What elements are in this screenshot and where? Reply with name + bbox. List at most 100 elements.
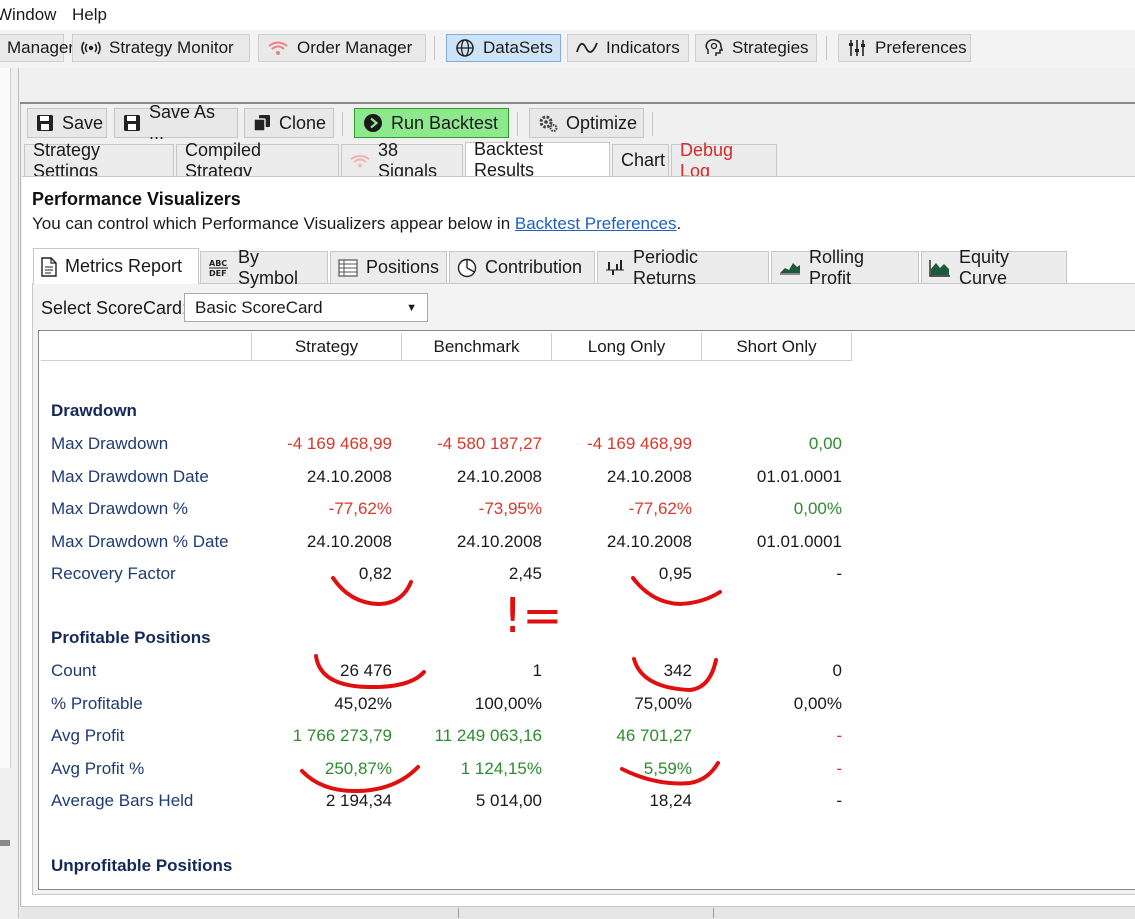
column-header-strategy[interactable]: Strategy (252, 333, 402, 361)
tab-backtest-results[interactable]: Backtest Results (465, 139, 610, 180)
column-header-long-only[interactable]: Long Only (552, 333, 702, 361)
tab-strategy-settings[interactable]: Strategy Settings (24, 140, 174, 181)
bar-chart-icon (605, 258, 625, 278)
metric-value: -73,95% (478, 499, 542, 519)
run-backtest-button[interactable]: Run Backtest (354, 108, 509, 138)
status-bar (20, 906, 1135, 919)
menu-bar: Window Help (0, 0, 1135, 30)
metric-label: % Profitable (51, 693, 143, 713)
toolbar-separator (342, 112, 343, 136)
left-panel-marker (0, 840, 10, 846)
tab-equity-curve[interactable]: Equity Curve (921, 247, 1067, 288)
tab-signals[interactable]: 38 Signals (341, 140, 463, 181)
metric-value: - (836, 758, 842, 778)
metric-value: 24.10.2008 (606, 466, 692, 486)
scorecard-dropdown[interactable]: Basic ScoreCard ▼ (184, 293, 428, 322)
metric-value: 11 249 063,16 (434, 726, 542, 746)
toolbar-separator (517, 112, 518, 136)
manager-button[interactable]: Manager (0, 34, 74, 62)
svg-text:DEF: DEF (209, 269, 227, 278)
tab-label: Metrics Report (65, 256, 183, 276)
tab-label: Chart (621, 150, 666, 170)
column-header-benchmark[interactable]: Benchmark (402, 333, 552, 361)
save-as-button[interactable]: Save As ... (114, 102, 238, 143)
chevron-down-icon: ▼ (406, 301, 417, 314)
order-manager-button[interactable]: Order Manager (258, 34, 426, 62)
left-panel-inner (0, 68, 11, 768)
metric-value: 1 124,15% (460, 758, 542, 778)
metric-value: -77,62% (628, 499, 692, 519)
indicators-button[interactable]: Indicators (567, 34, 689, 62)
abc-def-icon: ABC DEF (208, 258, 230, 278)
scorecard-label: Select ScoreCard: (41, 298, 188, 318)
table-grid-icon (338, 258, 358, 277)
tab-label: Periodic Returns (633, 246, 699, 288)
metric-value: 24.10.2008 (456, 531, 542, 551)
menu-window[interactable]: Window (0, 5, 56, 25)
tab-label: Positions (366, 257, 440, 277)
clone-button[interactable]: Clone (244, 108, 334, 138)
metric-value: 24.10.2008 (306, 466, 392, 486)
tab-label: Backtest Results (474, 139, 544, 180)
metric-label: Avg Profit (51, 726, 125, 746)
tab-periodic-returns[interactable]: Periodic Returns (597, 247, 769, 288)
tab-chart[interactable]: Chart (612, 144, 669, 176)
preferences-button[interactable]: Preferences (838, 34, 971, 62)
clone-label: Clone (279, 112, 327, 133)
metric-label: Max Drawdown % Date (51, 531, 229, 551)
metric-value: 1 766 273,79 (292, 726, 392, 746)
globe-icon (455, 38, 475, 58)
manager-label: Manager (7, 38, 75, 57)
wifi-signal-icon (267, 40, 289, 56)
metric-value: 01.01.0001 (756, 531, 842, 551)
section-header: Unprofitable Positions (51, 856, 233, 875)
tab-metrics-report[interactable]: Metrics Report (33, 248, 199, 284)
metric-value: -4 169 468,99 (287, 434, 392, 453)
tab-by-symbol[interactable]: ABC DEF By Symbol (200, 247, 328, 288)
metric-label: Avg Profit % (51, 758, 145, 778)
section-header: Profitable Positions (51, 628, 211, 647)
metric-value: 342 (663, 661, 692, 680)
metric-value: 75,00% (634, 693, 692, 713)
tab-rolling-profit[interactable]: Rolling Profit (771, 247, 919, 288)
tab-compiled-strategy[interactable]: Compiled Strategy (176, 140, 339, 181)
metric-label: Max Drawdown (51, 434, 169, 453)
column-header-short-only[interactable]: Short Only (702, 333, 852, 361)
strategies-button[interactable]: Strategies (695, 34, 817, 62)
metric-value: 5 014,00 (475, 791, 542, 811)
left-panel (0, 68, 19, 918)
metric-value: 2,45 (508, 564, 542, 584)
area-chart-icon (929, 259, 951, 277)
optimize-button[interactable]: Optimize (529, 108, 644, 138)
metric-value: 26 476 (340, 661, 392, 680)
metric-value: 24.10.2008 (606, 531, 692, 551)
floppy-disk-icon (36, 114, 54, 132)
metric-value: - (836, 791, 842, 811)
strategy-monitor-label: Strategy Monitor (109, 38, 234, 57)
performance-visualizers-description: You can control which Performance Visual… (32, 214, 681, 234)
save-button[interactable]: Save (27, 108, 107, 138)
metric-value: 01.01.0001 (756, 466, 842, 486)
metric-value: 24.10.2008 (456, 466, 542, 486)
description-suffix: . (676, 214, 682, 233)
indicators-label: Indicators (606, 38, 680, 57)
document-icon (41, 256, 57, 277)
tab-contribution[interactable]: Contribution (449, 251, 595, 283)
tab-debug-log[interactable]: Debug Log (671, 140, 777, 181)
column-header-label (41, 333, 252, 361)
metric-label: Recovery Factor (51, 564, 176, 584)
datasets-button[interactable]: DataSets (446, 34, 561, 62)
menu-help[interactable]: Help (72, 5, 107, 25)
scorecard-value: Basic ScoreCard (195, 297, 323, 317)
wave-icon (576, 40, 598, 56)
metric-value: 0,00% (793, 693, 842, 713)
metric-value: -4 580 187,27 (437, 434, 542, 453)
strategy-monitor-button[interactable]: Strategy Monitor (72, 34, 250, 62)
metric-value: - (836, 726, 842, 746)
tab-positions[interactable]: Positions (330, 251, 447, 283)
toolbar-separator (652, 112, 653, 136)
metric-value: 5,59% (643, 758, 692, 778)
metric-label: Max Drawdown % (51, 499, 188, 519)
optimize-label: Optimize (566, 112, 638, 133)
backtest-preferences-link[interactable]: Backtest Preferences (515, 214, 677, 233)
